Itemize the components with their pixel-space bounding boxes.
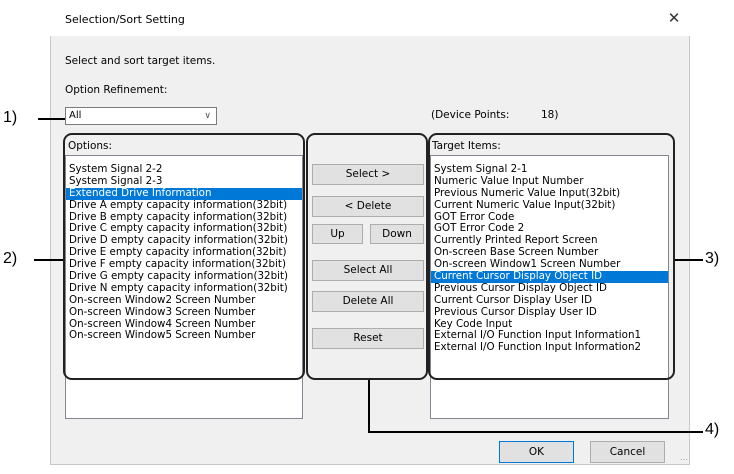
device-points-value: 18) [541,109,559,121]
option-refinement-dropdown[interactable]: All ∨ [65,107,217,125]
leader-line-4-horizontal [368,431,703,433]
callout-4: 4) [705,421,720,438]
window-title: Selection/Sort Setting [65,13,185,26]
annotation-box-buttons [306,133,428,380]
option-refinement-label: Option Refinement: [65,84,168,96]
instruction-text: Select and sort target items. [65,55,216,67]
callout-3: 3) [705,250,720,267]
callout-2: 2) [3,250,18,267]
annotation-box-target [428,133,675,380]
resize-grip-icon[interactable]: ⋯ [680,455,688,464]
chevron-down-icon: ∨ [204,111,211,121]
close-icon[interactable]: ✕ [662,8,686,28]
leader-line-1 [38,118,65,120]
leader-line-4-vertical [368,380,370,432]
leader-line-2 [34,259,63,261]
ok-button[interactable]: OK [499,441,574,463]
cancel-button[interactable]: Cancel [590,441,665,463]
device-points-label: (Device Points: [431,109,510,121]
callout-1: 1) [3,109,18,126]
annotation-box-options [63,133,305,380]
leader-line-3 [675,259,703,261]
option-refinement-value: All [69,110,82,121]
